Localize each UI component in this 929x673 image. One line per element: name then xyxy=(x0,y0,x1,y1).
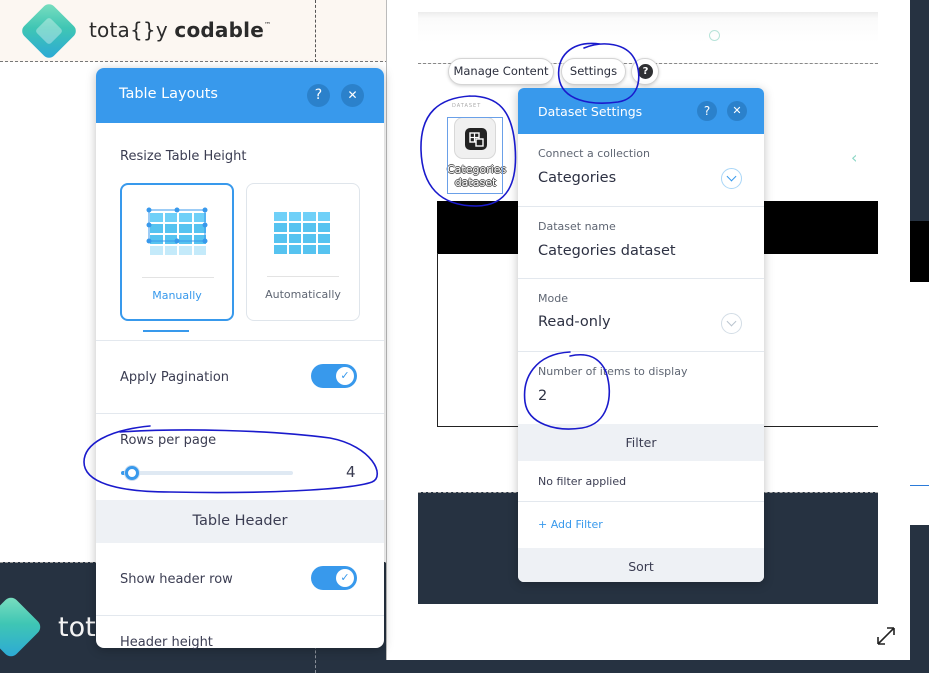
expand-icon[interactable] xyxy=(875,625,897,647)
apply-pagination-label: Apply Pagination xyxy=(120,370,230,385)
divider xyxy=(96,615,384,616)
footer-logo-text: tot xyxy=(58,612,96,643)
option-label: Manually xyxy=(152,289,202,302)
items-to-display-input[interactable]: 2 xyxy=(538,388,547,404)
help-icon[interactable]: ? xyxy=(697,101,717,121)
sort-section: Sort xyxy=(518,548,764,582)
panel-header: Dataset Settings ? ✕ xyxy=(518,88,764,134)
table-auto-icon xyxy=(274,212,330,254)
divider xyxy=(518,501,764,502)
divider xyxy=(518,206,764,207)
rows-per-page-label: Rows per page xyxy=(120,433,217,448)
layout-option-automatically[interactable]: Automatically xyxy=(246,183,360,321)
resize-handles-icon xyxy=(146,207,208,244)
dataset-name-label: Dataset name xyxy=(538,220,616,233)
dataset-name-input[interactable]: Categories dataset xyxy=(538,243,676,259)
checkmark-icon: ✓ xyxy=(336,367,354,385)
chevron-down-icon[interactable] xyxy=(721,168,742,189)
mode-label: Mode xyxy=(538,292,568,305)
chevron-down-icon[interactable] xyxy=(721,313,742,334)
filter-section: Filter xyxy=(518,424,764,461)
apply-pagination-toggle[interactable]: ✓ xyxy=(311,364,357,388)
manage-content-button[interactable]: Manage Content xyxy=(448,58,554,85)
help-button[interactable]: ? xyxy=(631,58,659,85)
panel-title: Dataset Settings xyxy=(538,104,643,119)
close-icon[interactable]: ✕ xyxy=(727,101,747,121)
layout-option-manually[interactable]: Manually xyxy=(120,183,234,321)
table-header-band-edge xyxy=(910,221,929,282)
selected-option-indicator xyxy=(143,330,189,332)
chevron-left-icon[interactable]: ‹ xyxy=(851,148,857,167)
divider xyxy=(518,351,764,352)
help-icon: ? xyxy=(638,64,653,79)
anchor-icon xyxy=(709,30,720,41)
dataset-settings-panel: Dataset Settings ? ✕ xyxy=(518,88,764,582)
divider xyxy=(96,413,384,414)
rows-per-page-slider[interactable] xyxy=(121,471,293,475)
connect-collection-label: Connect a collection xyxy=(538,147,650,160)
panel-title: Table Layouts xyxy=(119,86,218,102)
selection-guide-line xyxy=(910,485,929,486)
canvas-edge xyxy=(910,282,929,525)
checkmark-icon: ✓ xyxy=(336,569,354,587)
layout-guide-line xyxy=(315,0,316,62)
show-header-row-toggle[interactable]: ✓ xyxy=(311,566,357,590)
divider xyxy=(518,278,764,279)
no-filter-text: No filter applied xyxy=(538,475,627,488)
dataset-selection-frame xyxy=(447,117,503,194)
site-logo-text: tota{}y codable™ xyxy=(89,18,272,42)
collection-dropdown[interactable]: Categories xyxy=(538,170,616,186)
help-icon[interactable]: ? xyxy=(307,84,330,107)
dataset-tag: DATASET xyxy=(452,103,482,109)
option-label: Automatically xyxy=(265,288,341,301)
table-header-section: Table Header xyxy=(96,500,384,543)
add-filter-link[interactable]: + Add Filter xyxy=(538,518,603,531)
divider xyxy=(96,340,384,341)
settings-button[interactable]: Settings xyxy=(561,58,626,85)
panel-header: Table Layouts ? ✕ xyxy=(96,68,384,123)
header-height-label: Header height xyxy=(120,635,213,650)
page-strip xyxy=(418,12,878,64)
rows-per-page-value[interactable]: 4 xyxy=(346,463,356,481)
close-icon[interactable]: ✕ xyxy=(341,84,364,107)
items-to-display-label: Number of items to display xyxy=(538,365,688,378)
slider-handle[interactable] xyxy=(125,466,139,480)
resize-table-height-label: Resize Table Height xyxy=(120,149,247,164)
mode-dropdown[interactable]: Read-only xyxy=(538,314,611,330)
show-header-row-label: Show header row xyxy=(120,572,233,587)
